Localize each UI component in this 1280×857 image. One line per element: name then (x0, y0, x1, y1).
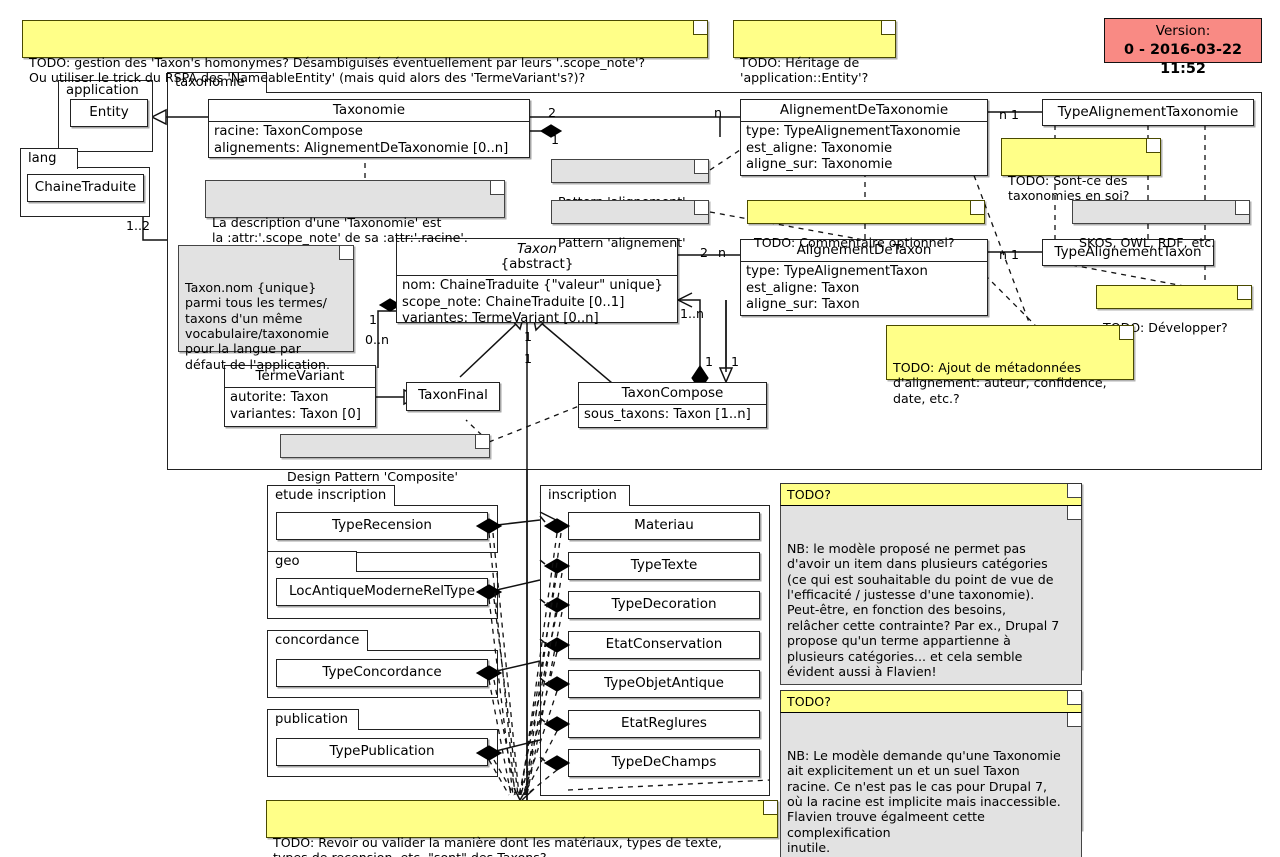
note-sont-ce-taxonomies: TODO: Sont-ce des taxonomies en soi? (1001, 138, 1161, 203)
note-revoir-valider: TODO: Revoir ou valider la manière dont … (266, 800, 778, 857)
note-fold-icon (1146, 139, 1160, 153)
note-design-pattern-composite: Design Pattern 'Composite' (280, 434, 490, 484)
note-pattern-alignement-2: Pattern 'alignement' (551, 200, 709, 250)
note-description-taxonomie: La description d'une 'Taxonomie' est la … (205, 180, 505, 245)
note-fold-icon (1237, 286, 1251, 300)
note-body-text: NB: Le modèle demande qu'une Taxonomie a… (787, 747, 1061, 856)
multiplicity-taxonomie-2: 2 (548, 105, 557, 120)
note-fold-icon (1067, 713, 1081, 727)
note-body-text: NB: le modèle proposé ne permet pas d'av… (787, 540, 1060, 680)
multiplicity-adx-n1: n 1 (999, 247, 1019, 262)
version-value: 0 - 2016-03-22 11:52 (1123, 42, 1243, 77)
note-categories-multiples: TODO? NB: le modèle proposé ne permet pa… (780, 483, 1082, 686)
note-fold-icon (970, 201, 984, 215)
note-body: NB: Le modèle demande qu'une Taxonomie a… (780, 713, 1082, 857)
multiplicity-1n: 1..n (680, 306, 705, 321)
note-header: TODO? (780, 483, 1082, 506)
note-text: Taxon.nom {unique} parmi tous les termes… (185, 279, 330, 372)
note-body: NB: le modèle proposé ne permet pas d'av… (780, 506, 1082, 686)
note-header: TODO? (780, 690, 1082, 713)
note-commentaire-optionnel: TODO: Commentaire optionnel? (747, 200, 985, 250)
note-fold-icon (1067, 484, 1081, 498)
multiplicity-taxonfinal-1: 1 (524, 329, 533, 344)
note-fold-icon (1067, 691, 1081, 705)
multiplicity-termevariant-0n: 0..n (365, 332, 390, 347)
note-taxon-nom-unique: Taxon.nom {unique} parmi tous les termes… (178, 245, 354, 372)
multiplicity-termevariant-1: 1 (369, 312, 378, 327)
note-metadonnees: TODO: Ajout de métadonnées d'alignement:… (886, 325, 1134, 406)
uml-diagram-canvas: TODO: gestion des 'Taxon's homonymes? Dé… (0, 0, 1280, 857)
note-heritage: TODO: Héritage de 'application::Entity'? (733, 20, 896, 85)
note-fold-icon (694, 160, 708, 174)
multiplicity-taxoncompose-1b: 1 (731, 354, 740, 369)
note-fold-icon (693, 21, 707, 35)
note-homonymes: TODO: gestion des 'Taxon's homonymes? Dé… (22, 20, 708, 85)
note-skos-owl-rdf: SKOS, OWL, RDF, etc. (1072, 200, 1250, 250)
multiplicity-adt-n1: n 1 (999, 107, 1019, 122)
note-text: Pattern 'alignement' (558, 234, 686, 250)
multiplicity-taxonomie-1: 1 (551, 132, 560, 147)
note-pattern-alignement-1: Pattern 'alignement' (551, 159, 709, 209)
note-taxon-racine: TODO? NB: Le modèle demande qu'une Taxon… (780, 690, 1082, 857)
multiplicity-taxon-n: n (718, 245, 726, 260)
version-label: Version: (1155, 23, 1211, 39)
multiplicity-taxonomie-n: n (714, 105, 722, 120)
note-text: La description d'une 'Taxonomie' est la … (212, 214, 468, 246)
note-fold-icon (475, 435, 489, 449)
version-badge: Version: 0 - 2016-03-22 11:52 (1104, 18, 1262, 77)
note-developper: TODO: Développer? (1096, 285, 1252, 335)
note-text: SKOS, OWL, RDF, etc. (1079, 234, 1216, 250)
note-text: TODO: Sont-ce des taxonomies en soi? (1008, 172, 1130, 204)
note-fold-icon (694, 201, 708, 215)
multiplicity-1-2: 1..2 (126, 218, 151, 233)
multiplicity-taxoncompose-1: 1 (705, 354, 714, 369)
note-header-text: TODO? (787, 694, 831, 709)
note-text: TODO: Commentaire optionnel? (754, 234, 955, 250)
note-fold-icon (881, 21, 895, 35)
note-fold-icon (1067, 506, 1081, 520)
multiplicity-taxon-2: 2 (700, 245, 709, 260)
note-fold-icon (1119, 326, 1133, 340)
note-header-text: TODO? (787, 487, 831, 502)
note-fold-icon (1235, 201, 1249, 215)
relationship-lines-bottom (475, 470, 771, 802)
note-text: Design Pattern 'Composite' (287, 468, 458, 484)
note-text: TODO: Héritage de 'application::Entity'? (740, 54, 869, 86)
multiplicity-taxonfinal-1b: 1 (524, 351, 533, 366)
note-fold-icon (490, 181, 504, 195)
note-fold-icon (339, 246, 353, 260)
note-text: TODO: gestion des 'Taxon's homonymes? Dé… (29, 54, 646, 86)
note-fold-icon (763, 801, 777, 815)
